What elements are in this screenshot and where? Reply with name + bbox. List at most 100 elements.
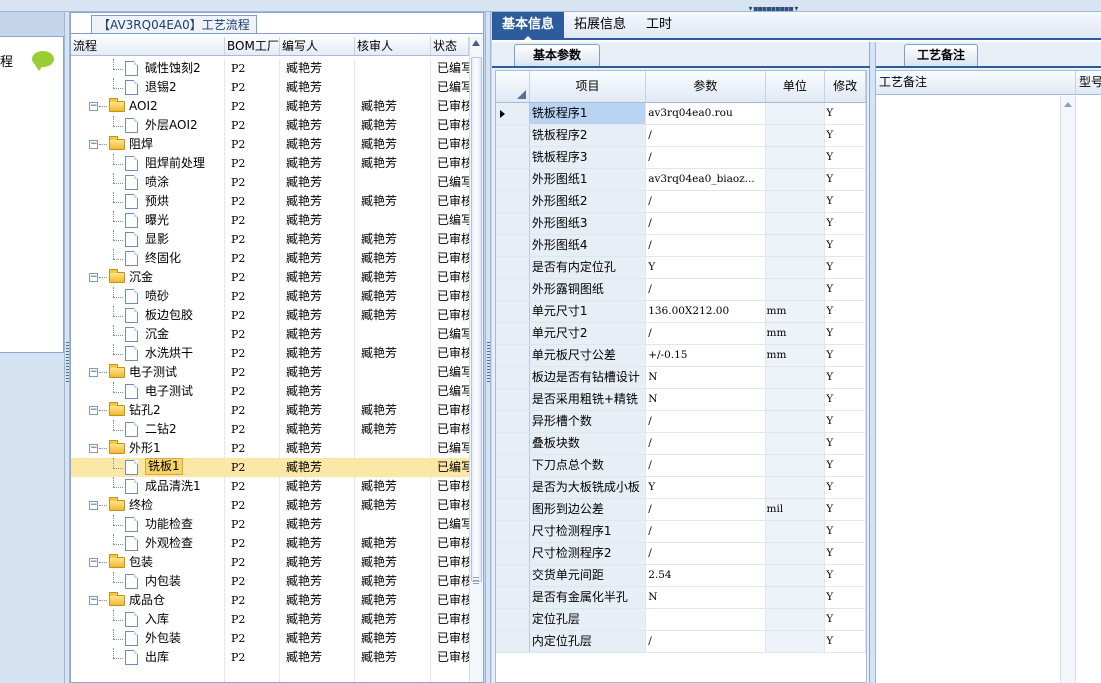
tab-1[interactable]: 拓展信息 [564,12,636,38]
unit-cell[interactable] [765,521,826,542]
tree-row[interactable]: 终固化 P2 臧艳芳 臧艳芳 已审核 [71,249,469,268]
unit-cell[interactable] [765,631,826,652]
row-header[interactable] [496,301,530,322]
tree-row[interactable]: 碱性蚀刻2 P2 臧艳芳 已编写 [71,59,469,78]
params-row[interactable]: 铣板程序1 av3rq04ea0.rou Y [496,103,866,125]
tree-node[interactable]: 退锡2 [71,78,225,97]
modify-cell[interactable]: Y [825,279,866,300]
param-cell[interactable]: 136.00X212.00 [646,301,766,322]
tree-node[interactable]: 喷砂 [71,287,225,306]
tree-row[interactable]: 退锡2 P2 臧艳芳 已编写 [71,78,469,97]
modify-cell[interactable]: Y [825,169,866,190]
unit-cell[interactable] [765,565,826,586]
tree-node[interactable]: − 电子测试 [71,363,225,382]
tree-row[interactable]: − 成品仓 P2 臧艳芳 臧艳芳 已审核 [71,591,469,610]
tab-process-notes[interactable]: 工艺备注 [904,44,978,66]
tree-node[interactable]: − 成品仓 [71,591,225,610]
row-header[interactable] [496,323,530,344]
tree-node[interactable]: 铣板1 [71,458,225,477]
params-row[interactable]: 板边是否有钻槽设计 N Y [496,367,866,389]
row-header[interactable] [496,543,530,564]
tree-node[interactable]: − AOI2 [71,97,225,116]
tree-row[interactable]: 喷涂 P2 臧艳芳 已编写 [71,173,469,192]
row-header[interactable] [496,609,530,630]
param-cell[interactable]: Y [646,477,766,498]
col-header-note[interactable]: 工艺备注 [876,71,1076,94]
params-row[interactable]: 尺寸检测程序1/ Y [496,521,866,543]
modify-cell[interactable]: Y [825,565,866,586]
col-header-model[interactable]: 型号 [1076,71,1101,94]
unit-cell[interactable] [765,169,826,190]
unit-cell[interactable] [765,235,826,256]
params-row[interactable]: 定位孔层 Y [496,609,866,631]
tree-title-tab[interactable]: 【AV3RQ04EA0】工艺流程 [91,15,257,34]
tree-node[interactable]: 入库 [71,610,225,629]
modify-cell[interactable]: Y [825,631,866,652]
scroll-up-arrow-icon[interactable] [472,40,480,46]
notes-vertical-scrollbar[interactable] [1060,96,1076,683]
tree-node[interactable]: 预烘 [71,192,225,211]
tree-node[interactable]: 曝光 [71,211,225,230]
col-header-modify[interactable]: 修改 [825,71,866,102]
params-row[interactable]: 尺寸检测程序2/ Y [496,543,866,565]
tree-node[interactable]: 喷涂 [71,173,225,192]
param-cell[interactable]: / [646,279,766,300]
unit-cell[interactable] [765,125,826,146]
tree-row[interactable]: − 阻焊 P2 臧艳芳 臧艳芳 已审核 [71,135,469,154]
row-header[interactable] [496,367,530,388]
collapse-toggle-icon[interactable]: − [89,368,98,377]
unit-cell[interactable] [765,147,826,168]
tree-row[interactable]: − 外形1 P2 臧艳芳 已编写 [71,439,469,458]
scroll-up-arrow-icon[interactable] [1064,102,1072,107]
tree-row[interactable]: 电子测试 P2 臧艳芳 已编写 [71,382,469,401]
collapse-toggle-icon[interactable]: − [89,444,98,453]
tree-row[interactable]: 成品清洗1 P2 臧艳芳 臧艳芳 已审核 [71,477,469,496]
collapse-toggle-icon[interactable]: − [89,102,98,111]
tree-row[interactable]: 入库 P2 臧艳芳 臧艳芳 已审核 [71,610,469,629]
collapse-toggle-icon[interactable]: − [89,140,98,149]
collapse-toggle-icon[interactable]: − [89,501,98,510]
tree-row[interactable]: 出库 P2 臧艳芳 臧艳芳 已审核 [71,648,469,667]
tab-2[interactable]: 工时 [636,12,682,38]
param-cell[interactable]: +/-0.15 [646,345,766,366]
center-splitter[interactable] [485,12,491,683]
params-row[interactable]: 是否有金属化半孔 N Y [496,587,866,609]
tree-node[interactable]: − 钻孔2 [71,401,225,420]
select-all-corner-icon[interactable] [496,71,530,102]
row-header[interactable] [496,389,530,410]
col-header-bom[interactable]: BOM工厂 [225,37,280,55]
unit-cell[interactable]: mm [765,301,826,322]
modify-cell[interactable]: Y [825,213,866,234]
modify-cell[interactable]: Y [825,389,866,410]
param-cell[interactable]: / [646,147,766,168]
params-row[interactable]: 图形到边公差 / mil Y [496,499,866,521]
col-header-reviewer[interactable]: 核审人 [355,37,431,55]
tree-node[interactable]: − 沉金 [71,268,225,287]
row-header[interactable] [496,587,530,608]
row-header[interactable] [496,631,530,652]
row-header[interactable] [496,411,530,432]
tree-row[interactable]: 外观检查 P2 臧艳芳 臧艳芳 已审核 [71,534,469,553]
tree-row[interactable]: − 电子测试 P2 臧艳芳 已编写 [71,363,469,382]
param-cell[interactable]: / [646,631,766,652]
col-header-status[interactable]: 状态 [431,37,469,55]
tree-node[interactable]: 板边包胶 [71,306,225,325]
col-header-unit[interactable]: 单位 [766,71,826,102]
modify-cell[interactable]: Y [825,411,866,432]
tree-row[interactable]: − 终检 P2 臧艳芳 臧艳芳 已审核 [71,496,469,515]
tree-node[interactable]: 碱性蚀刻2 [71,59,225,78]
row-header[interactable] [496,125,530,146]
tree-row[interactable]: 铣板1 P2 臧艳芳 已编写 [71,458,469,477]
tree-row[interactable]: − 沉金 P2 臧艳芳 臧艳芳 已审核 [71,268,469,287]
unit-cell[interactable] [765,587,826,608]
col-header-author[interactable]: 编写人 [280,37,355,55]
params-row[interactable]: 是否为大板铣成小板 Y Y [496,477,866,499]
collapse-toggle-icon[interactable]: − [89,273,98,282]
tree-node[interactable]: 外包装 [71,629,225,648]
modify-cell[interactable]: Y [825,103,866,124]
param-cell[interactable]: / [646,543,766,564]
tree-row[interactable]: − AOI2 P2 臧艳芳 臧艳芳 已审核 [71,97,469,116]
param-cell[interactable]: Y [646,257,766,278]
unit-cell[interactable] [765,455,826,476]
modify-cell[interactable]: Y [825,521,866,542]
